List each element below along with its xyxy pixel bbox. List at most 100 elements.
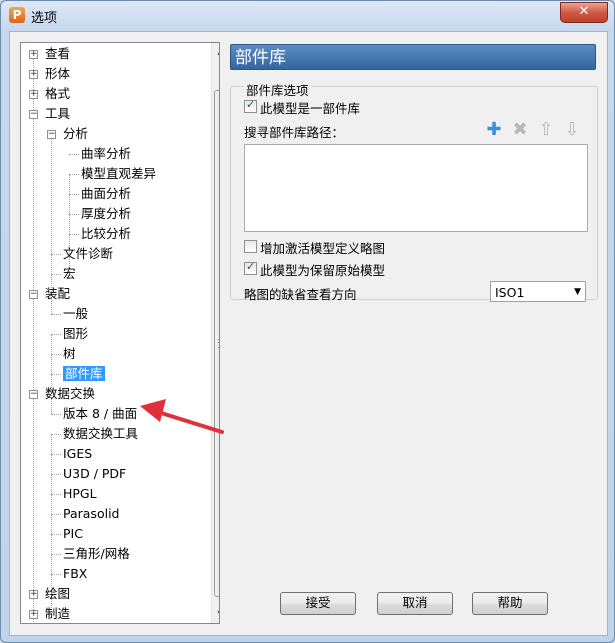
tree-item[interactable]: 制造 [45,604,70,623]
tree-connector [51,274,61,275]
tree-item[interactable]: 三角形/网格 [63,544,130,564]
tree-expander-icon[interactable]: − [29,390,38,399]
tree-item[interactable]: 曲率分析 [81,144,131,164]
tree-item[interactable]: 宏 [63,264,76,284]
tree-item[interactable]: 数据交换 [45,384,95,404]
dialog-client: ▲ ▼ +查看+形体+格式−工具−分析曲率分析模型直观差异曲面分析厚度分析比较分… [9,31,608,636]
view-direction-value: ISO1 [495,285,525,300]
is-library-checkbox[interactable] [244,98,257,113]
tree-item-label: 图形 [63,326,89,341]
tree-connector [51,474,61,475]
tree-expander-icon[interactable]: + [29,610,38,619]
tree-item[interactable]: 版本 8 / 曲面 [63,404,137,424]
title-bar[interactable]: P 选项 ✕ [1,1,614,31]
tree-item[interactable]: FBX [63,564,87,584]
tree-guide-line [33,54,34,623]
tree-item[interactable]: 厚度分析 [81,204,131,224]
tree-item-label: 宏 [63,266,76,281]
tree-connector [51,374,61,375]
tree-item-label: 厚度分析 [81,206,132,221]
tree-item-label: 文件诊断 [63,246,114,261]
scroll-thumb[interactable] [214,90,219,597]
cancel-button[interactable]: 取消 [377,592,453,615]
tree-expander-icon[interactable]: − [29,290,38,299]
tree-item-label: Parasolid [63,506,120,521]
options-dialog: P 选项 ✕ ▲ ▼ +查看+形体+格式−工具−分析曲率分析模型直观差异曲面分析… [0,0,615,643]
tree-item-label: 分析 [63,126,89,141]
tree-item-label: 形体 [45,66,71,81]
tree-item[interactable]: 比较分析 [81,224,131,244]
tree-item[interactable]: 文件诊断 [63,244,113,264]
tree-item[interactable]: 数据交换工具 [63,424,138,444]
tree-item[interactable]: 图形 [63,324,88,344]
tree-connector [51,354,61,355]
ok-button[interactable]: 接受 [280,592,356,615]
search-path-label: 搜寻部件库路径： [244,125,345,140]
close-button[interactable]: ✕ [560,2,608,23]
tree-item[interactable]: IGES [63,444,92,464]
tree-connector [51,494,61,495]
tree-item[interactable]: 形体 [45,64,70,84]
tree-item[interactable]: 分析 [63,124,88,144]
tree-item-label: U3D / PDF [63,466,127,481]
scroll-grip-icon [218,339,219,348]
tree-scrollbar[interactable]: ▲ ▼ [211,43,219,623]
tree-item[interactable]: Parasolid [63,504,119,524]
search-path-list[interactable] [244,144,588,232]
tree-item-label: 绘图 [45,586,71,601]
tree-expander-icon[interactable]: + [29,90,38,99]
move-up-icon[interactable]: ⇧ [536,120,556,140]
tree-item-label: PIC [63,526,83,541]
tree-item[interactable]: 绘图 [45,584,70,604]
tree-expander-icon[interactable]: − [47,130,56,139]
delete-path-icon[interactable]: ✖ [510,120,530,140]
tree-item[interactable]: 模型直观差异 [81,164,156,184]
tree-connector [51,314,61,315]
tree-item-label: 比较分析 [81,226,132,241]
chevron-down-icon: ▼ [574,287,581,297]
is-library-label: 此模型是一部件库 [260,101,361,116]
tree-item-label: 查看 [45,46,71,61]
tree-item-label: 一般 [63,306,89,321]
tree-item[interactable]: 格式 [45,84,70,104]
tree-connector [69,234,79,235]
tree-item[interactable]: PIC [63,524,83,544]
view-direction-select[interactable]: ISO1 ▼ [490,281,586,302]
tree-item-label: FBX [63,566,88,581]
scroll-up-button[interactable]: ▲ [213,44,219,59]
tree-item-label: 数据交换 [45,386,96,401]
tree-item[interactable]: 装配 [45,284,70,304]
scroll-down-button[interactable]: ▼ [213,606,219,621]
tree-expander-icon[interactable]: + [29,590,38,599]
tree-expander-icon[interactable]: + [29,70,38,79]
tree-item[interactable]: 工具 [45,104,70,124]
tree-item-label: IGES [63,446,93,461]
settings-panel: 部件库 部件库选项 此模型是一部件库 搜寻部件库路径： ✚ ✖ ⇧ ⇩ 增加激活… [230,44,598,622]
tree-item-label: HPGL [63,486,97,501]
add-sketch-checkbox[interactable] [244,240,257,253]
tree-connector [69,194,79,195]
tree-item-label: 三角形/网格 [63,546,130,561]
tree-item[interactable]: 树 [63,344,76,364]
tree-item-label: 模型直观差异 [81,166,157,181]
tree-item-label: 格式 [45,86,71,101]
tree-item[interactable]: HPGL [63,484,97,504]
tree-item[interactable]: 部件库 [63,364,105,384]
tree-connector [51,334,61,335]
tree-item[interactable]: U3D / PDF [63,464,126,484]
tree-expander-icon[interactable]: − [29,110,38,119]
tree-connector [69,174,79,175]
tree-connector [51,254,61,255]
tree-expander-icon[interactable]: + [29,50,38,59]
tree-item[interactable]: 曲面分析 [81,184,131,204]
tree-item[interactable]: 查看 [45,44,70,64]
help-button[interactable]: 帮助 [472,592,548,615]
keep-original-checkbox[interactable] [244,260,257,275]
window-title: 选项 [31,11,58,26]
group-title: 部件库选项 [244,80,311,99]
move-down-icon[interactable]: ⇩ [562,120,582,140]
app-icon: P [9,7,25,23]
options-tree: ▲ ▼ +查看+形体+格式−工具−分析曲率分析模型直观差异曲面分析厚度分析比较分… [20,42,220,624]
tree-item[interactable]: 一般 [63,304,88,324]
add-path-icon[interactable]: ✚ [484,120,504,140]
